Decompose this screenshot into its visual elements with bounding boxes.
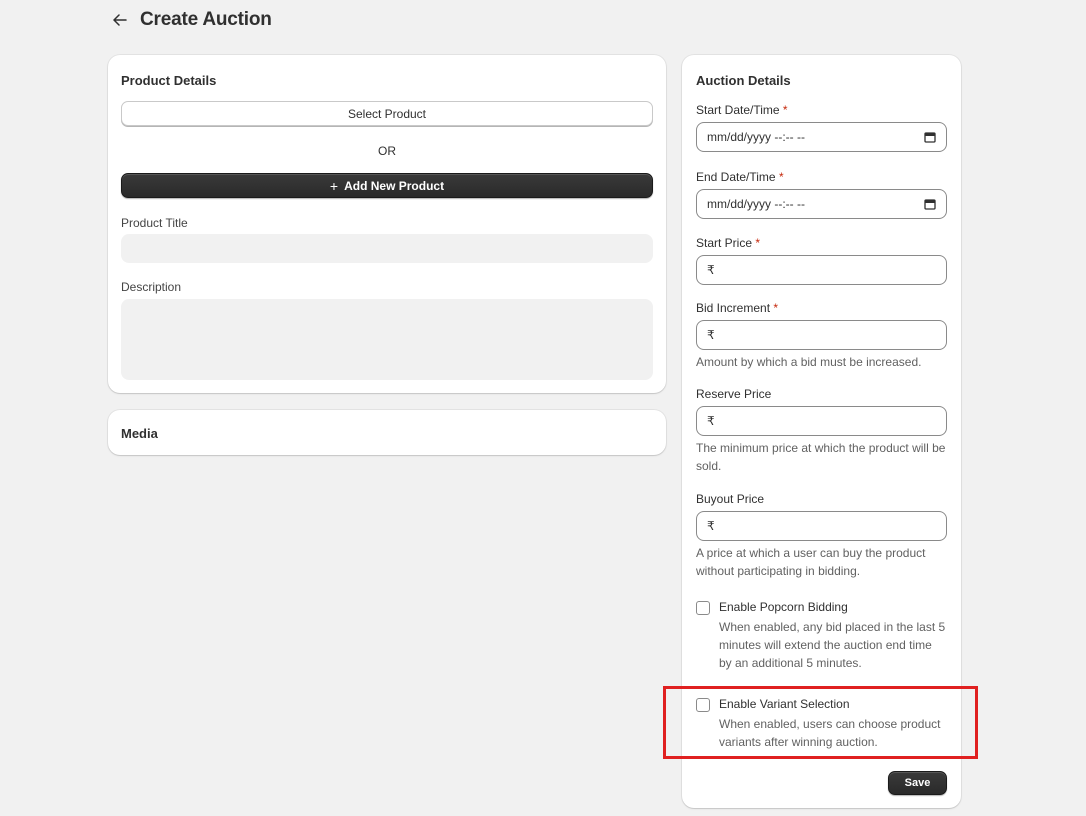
reserve-price-field: Reserve Price ₹ The minimum price at whi…: [696, 387, 947, 475]
start-datetime-label: Start Date/Time: [696, 103, 780, 117]
rupee-prefix: ₹: [707, 328, 715, 342]
start-price-input[interactable]: ₹: [696, 255, 947, 285]
calendar-icon[interactable]: [924, 131, 936, 143]
or-divider-text: OR: [378, 144, 396, 158]
bid-increment-input[interactable]: ₹: [696, 320, 947, 350]
rupee-prefix: ₹: [707, 263, 715, 277]
variant-selection-label: Enable Variant Selection: [719, 697, 850, 711]
required-mark: *: [778, 170, 784, 184]
required-mark: *: [782, 103, 788, 117]
product-details-title: Product Details: [121, 73, 217, 88]
buyout-price-help: A price at which a user can buy the prod…: [696, 546, 926, 578]
save-button[interactable]: Save: [888, 771, 947, 795]
add-new-product-button[interactable]: + Add New Product: [121, 173, 653, 198]
end-datetime-field: End Date/Time * mm/dd/yyyy --:-- --: [696, 170, 947, 219]
page-header: Create Auction: [110, 8, 272, 32]
auction-details-card: Auction Details Start Date/Time * mm/dd/…: [682, 55, 961, 808]
rupee-prefix: ₹: [707, 414, 715, 428]
start-datetime-placeholder: mm/dd/yyyy --:-- --: [707, 130, 805, 144]
page-title: Create Auction: [140, 9, 272, 30]
media-title: Media: [121, 426, 158, 441]
buyout-price-input[interactable]: ₹: [696, 511, 947, 541]
product-title-input[interactable]: [121, 234, 653, 263]
reserve-price-help: The minimum price at which the product w…: [696, 441, 946, 473]
popcorn-bidding-label: Enable Popcorn Bidding: [719, 600, 848, 614]
plus-icon: +: [329, 177, 339, 194]
start-datetime-input[interactable]: mm/dd/yyyy --:-- --: [696, 122, 947, 152]
start-datetime-field: Start Date/Time * mm/dd/yyyy --:-- --: [696, 103, 947, 152]
product-details-card: Product Details Select Product OR + Add …: [108, 55, 666, 393]
end-datetime-placeholder: mm/dd/yyyy --:-- --: [707, 197, 805, 211]
add-new-product-label: Add New Product: [344, 178, 445, 193]
bid-increment-label: Bid Increment: [696, 301, 771, 315]
end-datetime-input[interactable]: mm/dd/yyyy --:-- --: [696, 189, 947, 219]
product-title-label: Product Title: [121, 216, 188, 230]
variant-selection-option: Enable Variant Selection When enabled, u…: [696, 697, 947, 751]
popcorn-bidding-help: When enabled, any bid placed in the last…: [719, 620, 946, 670]
description-textarea[interactable]: [121, 299, 653, 380]
bid-increment-help: Amount by which a bid must be increased.: [696, 355, 922, 369]
reserve-price-input[interactable]: ₹: [696, 406, 947, 436]
start-price-field: Start Price * ₹: [696, 236, 947, 285]
bid-increment-field: Bid Increment * ₹ Amount by which a bid …: [696, 301, 947, 371]
required-mark: *: [773, 301, 779, 315]
description-label: Description: [121, 280, 182, 294]
select-product-button[interactable]: Select Product: [121, 101, 653, 126]
calendar-icon[interactable]: [924, 198, 936, 210]
required-mark: *: [755, 236, 761, 250]
variant-selection-checkbox[interactable]: [696, 698, 710, 712]
buyout-price-label: Buyout Price: [696, 492, 765, 506]
buyout-price-field: Buyout Price ₹ A price at which a user c…: [696, 492, 947, 580]
media-card: Media: [108, 410, 666, 455]
reserve-price-label: Reserve Price: [696, 387, 772, 401]
rupee-prefix: ₹: [707, 519, 715, 533]
end-datetime-label: End Date/Time: [696, 170, 776, 184]
start-price-label: Start Price: [696, 236, 753, 250]
popcorn-bidding-checkbox[interactable]: [696, 601, 710, 615]
popcorn-bidding-option: Enable Popcorn Bidding When enabled, any…: [696, 600, 947, 672]
arrow-left-icon[interactable]: [110, 8, 130, 32]
variant-selection-help: When enabled, users can choose product v…: [719, 717, 941, 749]
auction-details-title: Auction Details: [696, 73, 791, 88]
